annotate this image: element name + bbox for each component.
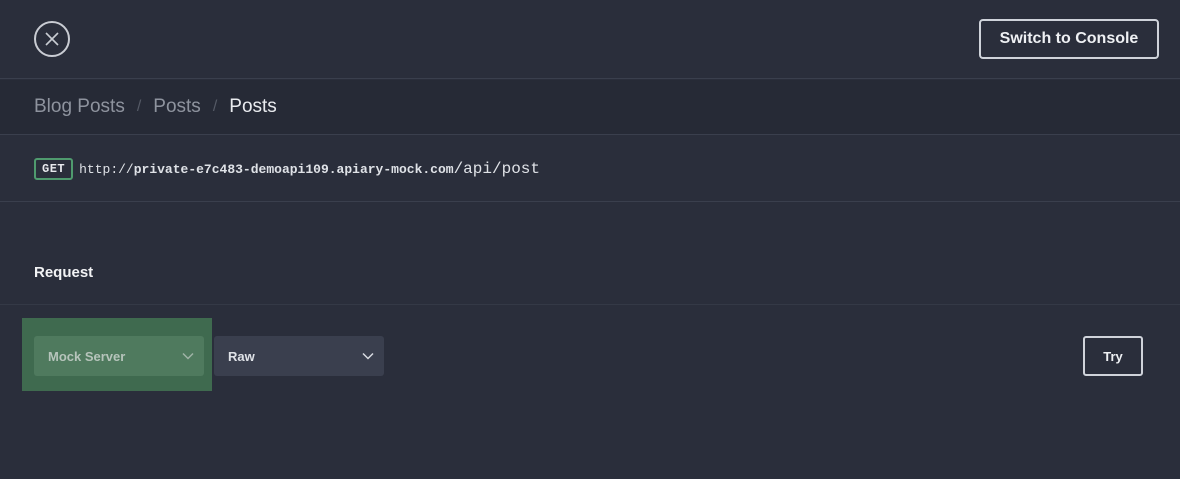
chevron-down-icon xyxy=(182,352,194,360)
url-host: private-e7c483-demoapi109.apiary-mock.co… xyxy=(133,161,454,177)
try-button[interactable]: Try xyxy=(1083,336,1143,376)
breadcrumb-separator: / xyxy=(212,98,218,115)
endpoint-url: http://private-e7c483-demoapi109.apiary-… xyxy=(79,160,540,178)
switch-to-console-button[interactable]: Switch to Console xyxy=(979,19,1159,59)
breadcrumb-item-posts[interactable]: Posts xyxy=(153,96,201,118)
request-heading: Request xyxy=(34,264,94,281)
url-path: /api/post xyxy=(453,159,540,178)
server-select[interactable]: Mock Server xyxy=(34,336,204,376)
url-protocol: http:// xyxy=(79,161,134,177)
breadcrumb: Blog Posts / Posts / Posts xyxy=(0,80,1180,135)
request-divider xyxy=(0,304,1180,305)
format-select-value: Raw xyxy=(228,348,255,364)
top-bar: Switch to Console xyxy=(0,0,1180,79)
method-badge: GET xyxy=(34,157,74,180)
server-select-value: Mock Server xyxy=(48,348,126,364)
chevron-down-icon xyxy=(362,352,374,360)
format-select[interactable]: Raw xyxy=(214,336,384,376)
breadcrumb-current: Posts xyxy=(229,96,277,117)
close-icon xyxy=(45,32,59,46)
breadcrumb-item-blog-posts[interactable]: Blog Posts xyxy=(34,96,125,118)
breadcrumb-separator: / xyxy=(136,98,142,115)
endpoint-row: GET http://private-e7c483-demoapi109.api… xyxy=(0,136,1180,202)
close-button[interactable] xyxy=(34,21,70,57)
